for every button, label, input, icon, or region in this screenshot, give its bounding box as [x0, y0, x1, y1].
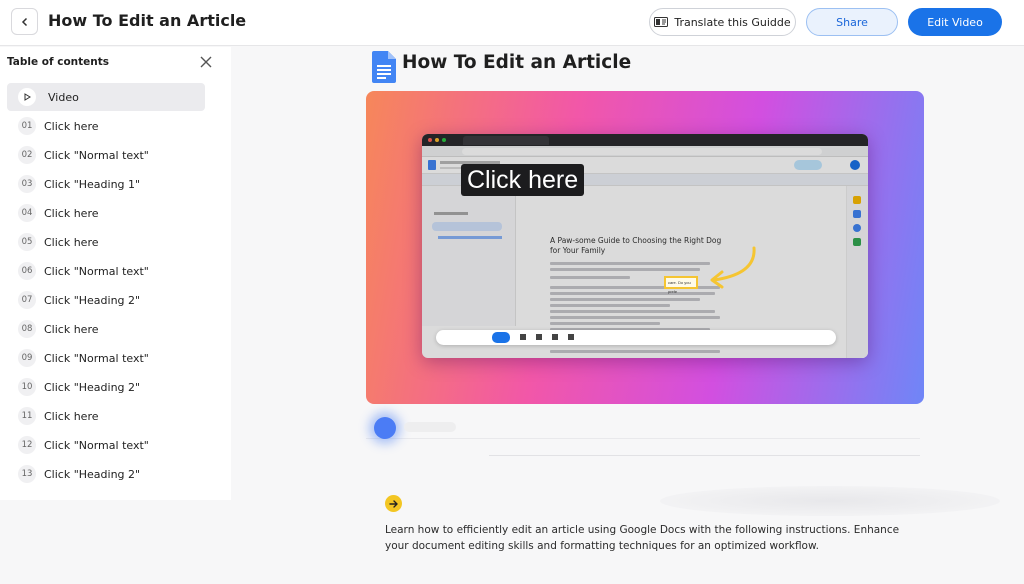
toc-item[interactable]: 04 Click here	[7, 199, 205, 227]
toc-item[interactable]: 09 Click "Normal text"	[7, 344, 205, 372]
play-icon	[18, 88, 36, 106]
google-docs-icon	[372, 51, 396, 83]
toc-item[interactable]: 05 Click here	[7, 228, 205, 256]
toc-item-label: Click "Heading 2"	[44, 380, 141, 394]
toc-item[interactable]: 11 Click here	[7, 402, 205, 430]
playhead[interactable]	[374, 417, 396, 439]
click-here-callout: Click here	[461, 164, 585, 196]
highlight-target: care. Do you prefe	[664, 276, 698, 294]
toc-item-label: Click "Normal text"	[44, 264, 149, 278]
toc-item[interactable]: 10 Click "Heading 2"	[7, 373, 205, 401]
back-button[interactable]	[11, 8, 38, 35]
step-number: 06	[18, 262, 36, 280]
divider	[489, 455, 920, 456]
toc-item[interactable]: 08 Click here	[7, 315, 205, 343]
toc-item-video[interactable]: Video	[7, 83, 205, 111]
pointer-arrow-icon	[710, 246, 756, 289]
toc-item[interactable]: 13 Click "Heading 2"	[7, 460, 205, 488]
toc-item-label: Click "Normal text"	[44, 148, 149, 162]
step-number: 08	[18, 320, 36, 338]
toc-item-label: Click "Heading 2"	[44, 293, 141, 307]
playback-bar	[366, 409, 920, 439]
toc-item-label: Click "Heading 1"	[44, 177, 141, 191]
toc-item-label: Click "Heading 2"	[44, 467, 141, 481]
guide-title: How To Edit an Article	[402, 52, 632, 73]
toc-item-label: Click here	[44, 119, 99, 133]
translate-label: Translate this Guidde	[674, 15, 791, 29]
toc-item[interactable]: 07 Click "Heading 2"	[7, 286, 205, 314]
toc-item[interactable]: 01 Click here	[7, 112, 205, 140]
toc-item-label: Click here	[44, 322, 99, 336]
step-number: 09	[18, 349, 36, 367]
top-bar: How To Edit an Article Translate this Gu…	[0, 0, 1024, 46]
toc-item-label: Click here	[44, 235, 99, 249]
close-icon[interactable]	[199, 55, 213, 69]
chevron-left-icon	[21, 17, 27, 26]
step-number: 12	[18, 436, 36, 454]
toc-item-label: Click "Normal text"	[44, 438, 149, 452]
translate-icon	[654, 17, 669, 27]
toc-item-label: Video	[48, 90, 79, 104]
toc-item[interactable]: 02 Click "Normal text"	[7, 141, 205, 169]
guide-description: Learn how to efficiently edit an article…	[385, 524, 900, 552]
step-number: 11	[18, 407, 36, 425]
table-of-contents: Table of contents Video 01 Click here 02 C…	[0, 47, 231, 500]
toc-item-label: Click here	[44, 409, 99, 423]
toc-item-label: Click "Normal text"	[44, 351, 149, 365]
step-number: 02	[18, 146, 36, 164]
page-title: How To Edit an Article	[48, 11, 247, 30]
toc-item[interactable]: 03 Click "Heading 1"	[7, 170, 205, 198]
step-number: 10	[18, 378, 36, 396]
recorder-controls	[436, 330, 836, 345]
translate-button[interactable]: Translate this Guidde	[649, 8, 796, 36]
video-player[interactable]: A Paw-some Guide to Choosing the Right D…	[366, 91, 924, 404]
step-number: 01	[18, 117, 36, 135]
toc-title: Table of contents	[7, 56, 110, 68]
step-number: 04	[18, 204, 36, 222]
arrow-right-icon	[385, 495, 402, 512]
edit-video-button[interactable]: Edit Video	[908, 8, 1002, 36]
toc-item[interactable]: 12 Click "Normal text"	[7, 431, 205, 459]
step-number: 03	[18, 175, 36, 193]
step-number: 05	[18, 233, 36, 251]
scrubber-pill[interactable]	[404, 422, 456, 432]
step-number: 13	[18, 465, 36, 483]
toc-item-label: Click here	[44, 206, 99, 220]
share-button[interactable]: Share	[806, 8, 898, 36]
step-number: 07	[18, 291, 36, 309]
toc-item[interactable]: 06 Click "Normal text"	[7, 257, 205, 285]
